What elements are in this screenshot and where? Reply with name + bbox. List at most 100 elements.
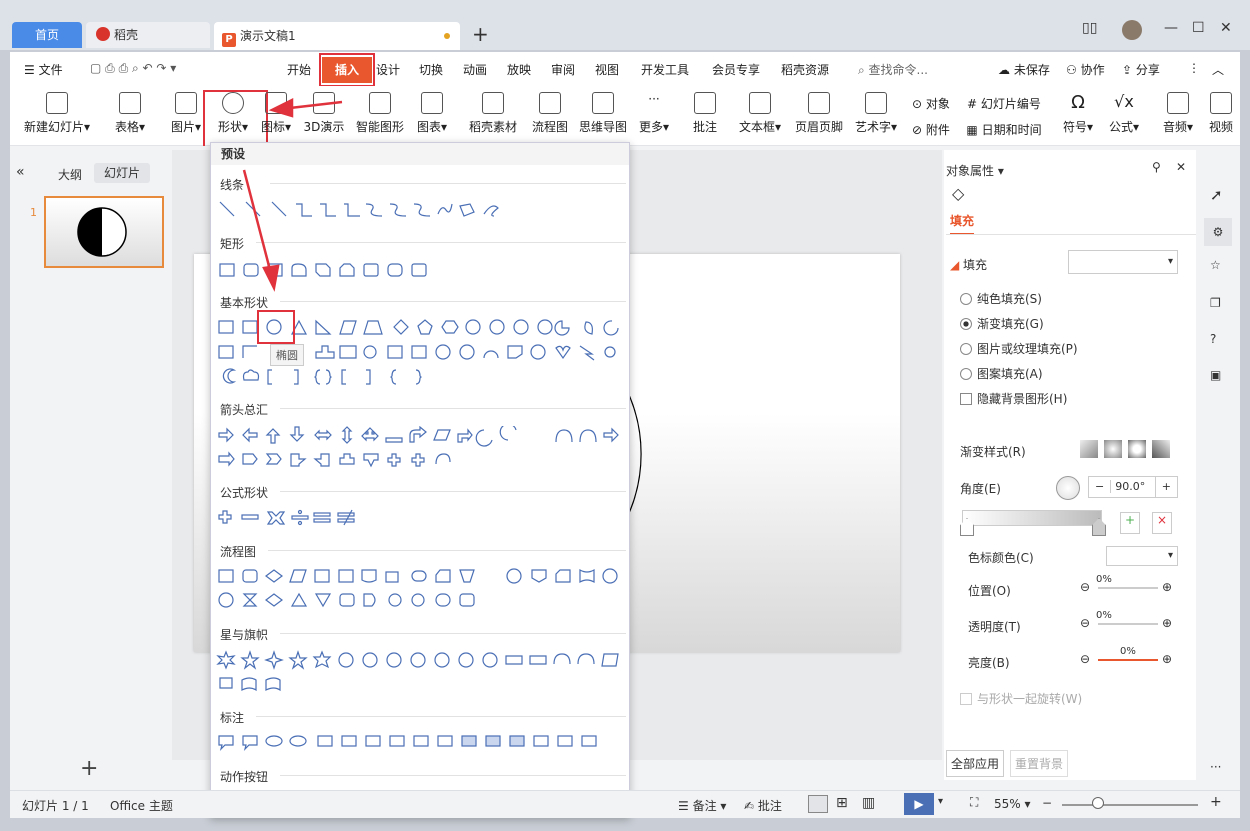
transparency-slider[interactable] bbox=[1098, 623, 1158, 625]
remove-stop-icon[interactable]: × bbox=[1152, 512, 1172, 534]
menu-animation[interactable]: 动画 bbox=[463, 61, 487, 78]
rocket-icon[interactable]: ➚ bbox=[1210, 186, 1223, 204]
avatar[interactable] bbox=[1122, 20, 1142, 40]
zoom-slider-thumb[interactable] bbox=[1092, 797, 1104, 809]
fill-type-select[interactable]: ▾ bbox=[1068, 250, 1178, 274]
table-button[interactable]: 表格▾ bbox=[110, 92, 150, 135]
copy-icon[interactable]: ❐ bbox=[1210, 296, 1221, 310]
unsaved-button[interactable]: ☁ 未保存 bbox=[998, 61, 1050, 78]
icon-button[interactable]: 图标▾ bbox=[258, 92, 294, 135]
menu-slideshow[interactable]: 放映 bbox=[507, 61, 531, 78]
textbox-button[interactable]: 文本框▾ bbox=[736, 92, 784, 135]
reading-view-icon[interactable]: ▥ bbox=[862, 795, 875, 811]
radial-gradient-icon[interactable] bbox=[1104, 440, 1122, 458]
angle-dial[interactable] bbox=[1056, 476, 1080, 500]
outline-tab[interactable]: 大纲 bbox=[58, 166, 82, 183]
quick-access-icons[interactable]: ▢ ⎙ ⎙ ⌕ ↶ ↷ ▾ bbox=[90, 61, 176, 76]
zoom-slider[interactable] bbox=[1062, 804, 1198, 806]
reset-background-button[interactable]: 重置背景 bbox=[1010, 750, 1069, 777]
sidebar-more-icon[interactable]: ··· bbox=[1210, 760, 1221, 774]
angle-increment[interactable]: + bbox=[1154, 477, 1177, 497]
color-stop-select[interactable]: ▾ bbox=[1106, 546, 1178, 566]
picture-button[interactable]: 图片▾ bbox=[166, 92, 206, 135]
menu-review[interactable]: 审阅 bbox=[551, 61, 575, 78]
gradient-fill-option[interactable]: 渐变填充(G) bbox=[960, 315, 1044, 332]
transparency-minus-icon[interactable]: ⊖ bbox=[1080, 616, 1090, 630]
menu-view[interactable]: 视图 bbox=[595, 61, 619, 78]
slides-tab[interactable]: 幻灯片 bbox=[94, 163, 150, 183]
position-minus-icon[interactable]: ⊖ bbox=[1080, 580, 1090, 594]
audio-button[interactable]: 音频▾ bbox=[1160, 92, 1196, 135]
collapse-panel-icon[interactable]: « bbox=[16, 164, 25, 180]
hide-background-checkbox[interactable]: 隐藏背景图形(H) bbox=[960, 390, 1067, 407]
chart-button[interactable]: 图表▾ bbox=[412, 92, 452, 135]
properties-title[interactable]: 对象属性 ▾ bbox=[946, 162, 1004, 179]
collab-button[interactable]: ⚇ 协作 bbox=[1066, 61, 1105, 78]
fill-section-header[interactable]: ◢ 填充 bbox=[950, 256, 987, 273]
layout-icon[interactable]: ▯▯ bbox=[1082, 20, 1097, 36]
command-search[interactable]: ⌕ 查找命令... bbox=[858, 61, 928, 78]
arrow-shapes-grid[interactable] bbox=[216, 426, 626, 470]
play-button[interactable]: ▶ bbox=[904, 793, 934, 815]
notes-button[interactable]: ☰ 备注 ▾ bbox=[678, 797, 726, 814]
rect-gradient-icon[interactable] bbox=[1128, 440, 1146, 458]
brightness-plus-icon[interactable]: ⊕ bbox=[1162, 652, 1172, 666]
new-tab-button[interactable]: + bbox=[472, 22, 489, 46]
picture-fill-option[interactable]: 图片或纹理填充(P) bbox=[960, 340, 1078, 357]
minimize-icon[interactable]: — bbox=[1164, 20, 1178, 36]
linear-gradient-icon[interactable] bbox=[1080, 440, 1098, 458]
fill-tab[interactable]: 填充 bbox=[950, 212, 975, 235]
zoom-level[interactable]: 55% ▾ bbox=[994, 797, 1031, 811]
maximize-icon[interactable]: ☐ bbox=[1192, 20, 1205, 36]
add-stop-icon[interactable]: + bbox=[1120, 512, 1140, 534]
attachment-button[interactable]: ⊘ 附件 bbox=[908, 121, 954, 138]
play-options-icon[interactable]: ▾ bbox=[938, 796, 943, 807]
tab-home[interactable]: 首页 bbox=[12, 22, 82, 48]
path-gradient-icon[interactable] bbox=[1152, 440, 1170, 458]
star-shapes-grid[interactable] bbox=[216, 650, 626, 692]
file-menu[interactable]: ☰ 文件 bbox=[24, 61, 63, 78]
tab-document[interactable]: P 演示文稿1 bbox=[214, 22, 460, 50]
symbol-button[interactable]: Ω 符号▾ bbox=[1060, 92, 1096, 135]
pattern-fill-option[interactable]: 图案填充(A) bbox=[960, 365, 1043, 382]
solid-fill-option[interactable]: 纯色填充(S) bbox=[960, 290, 1042, 307]
close-icon[interactable]: ✕ bbox=[1220, 20, 1232, 36]
menu-devtools[interactable]: 开发工具 bbox=[641, 61, 689, 78]
formula-button[interactable]: √x 公式▾ bbox=[1104, 92, 1144, 135]
smartart-button[interactable]: 智能图形 bbox=[352, 92, 408, 135]
lines-shapes-row[interactable] bbox=[216, 200, 516, 222]
slide-number-button[interactable]: # 幻灯片编号 bbox=[962, 95, 1046, 112]
panel-close-icon[interactable]: ✕ bbox=[1176, 160, 1186, 174]
fill-bucket-icon[interactable]: ◇ bbox=[952, 184, 964, 203]
zoom-in-icon[interactable]: + bbox=[1210, 794, 1222, 810]
menu-design[interactable]: 设计 bbox=[376, 61, 400, 78]
gradient-bar[interactable] bbox=[962, 510, 1102, 526]
new-slide-button[interactable]: 新建幻灯片▾ bbox=[22, 92, 92, 135]
normal-view-icon[interactable] bbox=[808, 795, 828, 813]
slide-thumbnail[interactable] bbox=[44, 196, 164, 268]
wordart-button[interactable]: 艺术字▾ bbox=[852, 92, 900, 135]
grid-view-icon[interactable]: ⊞ bbox=[836, 795, 848, 811]
menu-daoke-resources[interactable]: 稻壳资源 bbox=[781, 61, 829, 78]
video-button[interactable]: 视频 bbox=[1206, 92, 1236, 135]
share-button[interactable]: ⇪ 分享 bbox=[1122, 61, 1160, 78]
transparency-plus-icon[interactable]: ⊕ bbox=[1162, 616, 1172, 630]
more-button[interactable]: ··· 更多▾ bbox=[636, 92, 672, 135]
equation-shapes-row[interactable] bbox=[216, 508, 366, 528]
apply-all-button[interactable]: 全部应用 bbox=[946, 750, 1005, 777]
flowchart-shapes-grid[interactable] bbox=[216, 566, 626, 610]
date-time-button[interactable]: ▦ 日期和时间 bbox=[962, 121, 1046, 138]
menu-start[interactable]: 开始 bbox=[287, 61, 311, 78]
comment-button[interactable]: 批注 bbox=[690, 92, 720, 135]
properties-sidebar-icon[interactable]: ⚙ bbox=[1204, 218, 1232, 246]
mindmap-button[interactable]: 思维导图 bbox=[578, 92, 628, 135]
brightness-slider[interactable] bbox=[1098, 659, 1158, 661]
tab-daoke[interactable]: 稻壳 bbox=[86, 22, 210, 48]
position-slider[interactable] bbox=[1098, 587, 1158, 589]
more-icon[interactable]: ⋮ bbox=[1188, 61, 1200, 75]
flowchart-button[interactable]: 流程图 bbox=[530, 92, 570, 135]
fit-window-icon[interactable]: ⛶ bbox=[970, 795, 978, 810]
callout-shapes-row[interactable] bbox=[216, 732, 616, 752]
star-icon[interactable]: ☆ bbox=[1210, 258, 1221, 272]
menu-member[interactable]: 会员专享 bbox=[712, 61, 760, 78]
